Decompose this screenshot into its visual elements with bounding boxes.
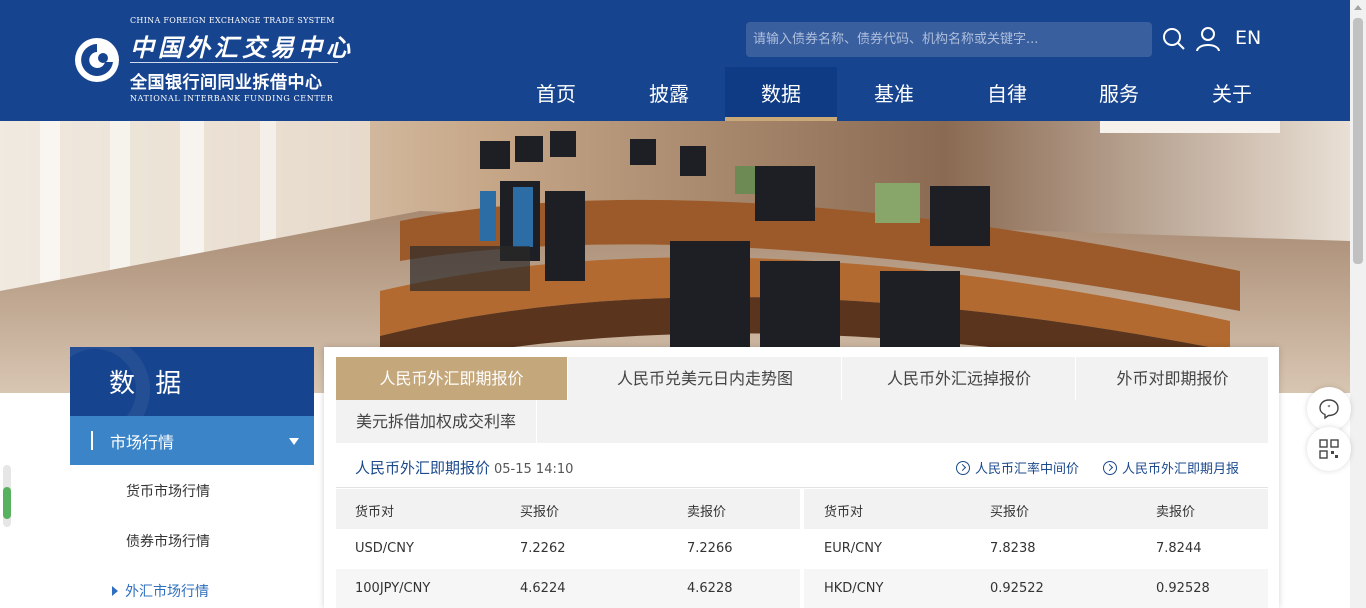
link-label: 人民币汇率中间价 — [975, 462, 1080, 477]
search-icon[interactable] — [1161, 26, 1187, 52]
ask-price: 7.8244 — [1156, 541, 1202, 556]
currency-pair: 100JPY/CNY — [355, 581, 431, 596]
currency-pair: USD/CNY — [355, 541, 414, 556]
nav-item-benchmark[interactable]: 基准 — [838, 67, 950, 121]
section-title-text: 人民币外汇即期报价 — [355, 459, 491, 477]
nav-item-disclosure[interactable]: 披露 — [613, 67, 725, 121]
table-row: HKD/CNY 0.92522 0.92528 — [804, 569, 1268, 608]
table-row: 100JPY/CNY 4.6224 4.6228 — [336, 569, 800, 608]
data-tabs: 人民币外汇即期报价 人民币兑美元日内走势图 人民币外汇远掉报价 外币对即期报价 … — [336, 357, 1268, 443]
sidebar-section-label: 市场行情 — [110, 433, 175, 452]
sidebar-item-bond-market[interactable]: 债券市场行情 — [70, 516, 314, 566]
svg-text:": " — [1327, 404, 1331, 413]
link-label: 人民币外汇即期月报 — [1122, 462, 1240, 477]
sidebar-item-label: 外汇市场行情 — [125, 584, 209, 600]
sidebar: 数 据 市场行情 货币市场行情 债券市场行情 外汇市场行情 — [70, 347, 314, 608]
chat-button[interactable]: " — [1307, 387, 1351, 431]
column-header-pair: 货币对 — [824, 505, 864, 520]
sidebar-item-fx-market[interactable]: 外汇市场行情 — [70, 566, 314, 608]
tab-rmb-fx-swap[interactable]: 人民币外汇远掉报价 — [843, 357, 1076, 400]
bid-price: 4.6224 — [520, 581, 566, 596]
qr-code-icon — [1319, 439, 1339, 459]
side-progress-fill — [3, 487, 11, 519]
tab-rmb-usd-intraday[interactable]: 人民币兑美元日内走势图 — [569, 357, 842, 400]
user-icon[interactable] — [1195, 26, 1221, 52]
sidebar-item-money-market[interactable]: 货币市场行情 — [70, 466, 314, 516]
table-header-row: 货币对 买报价 卖报价 — [804, 489, 1268, 529]
ask-price: 7.2266 — [687, 541, 733, 556]
table-row: USD/CNY 7.2262 7.2266 — [336, 529, 800, 569]
nav-item-about[interactable]: 关于 — [1176, 67, 1288, 121]
link-rmb-central-parity[interactable]: 人民币汇率中间价 — [956, 458, 1079, 477]
section-title: 人民币外汇即期报价 05-15 14:10 — [355, 457, 573, 478]
table-row: EUR/CNY 7.8238 7.8244 — [804, 529, 1268, 569]
column-header-ask: 卖报价 — [687, 505, 727, 520]
tab-fx-pairs-spot[interactable]: 外币对即期报价 — [1077, 357, 1268, 400]
site-header: CHINA FOREIGN EXCHANGE TRADE SYSTEM 中国外汇… — [0, 0, 1350, 121]
main-panel: 人民币外汇即期报价 人民币兑美元日内走势图 人民币外汇远掉报价 外币对即期报价 … — [324, 347, 1279, 608]
side-progress-indicator — [3, 465, 11, 527]
column-header-pair: 货币对 — [355, 505, 395, 520]
sidebar-item-label: 债券市场行情 — [126, 534, 210, 550]
column-header-ask: 卖报价 — [1156, 505, 1196, 520]
nav-item-self-regulation[interactable]: 自律 — [951, 67, 1063, 121]
logo-chinese-main: 中国外汇交易中心 — [130, 33, 354, 62]
logo-english-bottom: NATIONAL INTERBANK FUNDING CENTER — [130, 94, 334, 103]
scroll-thumb[interactable] — [1353, 18, 1363, 264]
arrow-circle-icon — [956, 461, 970, 475]
bid-price: 0.92522 — [990, 581, 1044, 596]
caret-right-icon — [112, 586, 118, 596]
sidebar-section-marker — [91, 431, 93, 450]
ask-price: 4.6228 — [687, 581, 733, 596]
currency-pair: HKD/CNY — [824, 581, 884, 596]
logo-chinese-sub: 全国银行间同业拆借中心 — [130, 73, 323, 93]
logo-divider — [130, 62, 338, 63]
scroll-up-arrow-icon[interactable] — [1354, 5, 1362, 10]
sidebar-title-block: 数 据 — [70, 347, 314, 416]
search-box[interactable] — [746, 22, 1152, 57]
logo-mark-icon — [75, 38, 119, 82]
currency-pair: EUR/CNY — [824, 541, 882, 556]
sidebar-title: 数 据 — [109, 369, 188, 399]
nav-item-home[interactable]: 首页 — [500, 67, 612, 121]
arrow-circle-icon — [1103, 461, 1117, 475]
chat-bubble-icon: " — [1319, 399, 1339, 420]
caret-down-icon — [289, 438, 299, 445]
section-timestamp: 05-15 14:10 — [494, 462, 574, 477]
bid-price: 7.2262 — [520, 541, 566, 556]
nav-item-service[interactable]: 服务 — [1063, 67, 1175, 121]
page-scrollbar[interactable] — [1350, 0, 1366, 608]
language-switch-en[interactable]: EN — [1235, 27, 1261, 49]
tab-rmb-fx-spot[interactable]: 人民币外汇即期报价 — [336, 357, 568, 400]
tab-usd-lending-rate[interactable]: 美元拆借加权成交利率 — [336, 400, 537, 443]
bid-price: 7.8238 — [990, 541, 1036, 556]
nav-item-data[interactable]: 数据 — [725, 67, 837, 121]
sidebar-item-label: 货币市场行情 — [126, 484, 210, 500]
section-header: 人民币外汇即期报价 05-15 14:10 人民币汇率中间价 人民币外汇即期月报 — [336, 446, 1268, 488]
column-header-bid: 买报价 — [520, 505, 560, 520]
link-rmb-fx-spot-monthly[interactable]: 人民币外汇即期月报 — [1103, 458, 1239, 477]
logo-english-top: CHINA FOREIGN EXCHANGE TRADE SYSTEM — [130, 16, 335, 25]
table-header-row: 货币对 买报价 卖报价 — [336, 489, 800, 529]
search-input[interactable] — [746, 22, 1152, 57]
qr-code-button[interactable] — [1307, 427, 1351, 471]
site-logo[interactable]: CHINA FOREIGN EXCHANGE TRADE SYSTEM 中国外汇… — [70, 14, 350, 106]
sidebar-section-market-quotes[interactable]: 市场行情 — [70, 416, 314, 465]
ask-price: 0.92528 — [1156, 581, 1210, 596]
column-header-bid: 买报价 — [990, 505, 1030, 520]
